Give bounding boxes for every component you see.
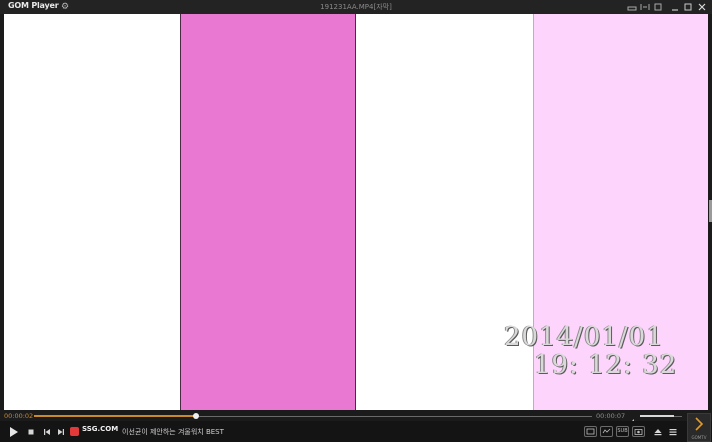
volume-level [640, 415, 674, 417]
next-button[interactable] [54, 425, 68, 439]
subtitle-button[interactable]: SUB [616, 426, 629, 437]
menu-icon[interactable] [666, 425, 680, 439]
color-bar-white-left [4, 14, 180, 410]
total-time: 00:00:07 [596, 412, 626, 420]
app-logo[interactable]: GOM Player [8, 1, 59, 13]
gear-icon[interactable]: ⚙ [60, 1, 70, 13]
always-on-top-icon[interactable] [653, 2, 663, 12]
control-bar: SSG.COM 이선균이 제안하는 겨울워치 BEST SUB [0, 421, 712, 442]
seek-handle[interactable] [192, 413, 199, 419]
compact-mode-icon[interactable] [640, 2, 650, 12]
advertisement-banner[interactable]: SSG.COM 이선균이 제안하는 겨울워치 BEST [70, 425, 580, 439]
gomtv-button[interactable]: GOMTV [687, 413, 711, 442]
video-display[interactable]: 2014/01/01 19: 12: 32 [4, 14, 708, 410]
osd-time: 19: 12: 32 [534, 350, 678, 380]
seek-row: 00:00:02 00:00:07 [0, 411, 712, 426]
ssg-logo-icon [70, 427, 79, 436]
screen-ratio-button[interactable] [584, 426, 597, 437]
speaker-icon[interactable] [629, 412, 638, 426]
capture-button[interactable] [632, 426, 645, 437]
seek-progress [34, 415, 196, 417]
ad-text: 이선균이 제안하는 겨울워치 BEST [122, 428, 224, 436]
previous-button[interactable] [40, 425, 54, 439]
title-bar[interactable]: GOM Player ⚙ 191231AA.MP4[자막] [0, 0, 712, 14]
gomtv-label: GOMTV [691, 435, 707, 440]
close-icon[interactable] [697, 2, 707, 12]
play-button[interactable] [6, 425, 20, 439]
window-title: 191231AA.MP4[자막] [320, 3, 392, 11]
osd-date: 2014/01/01 [504, 322, 664, 352]
maximize-icon[interactable] [683, 2, 693, 12]
color-bar-magenta [180, 14, 356, 410]
equalizer-button[interactable] [600, 426, 613, 437]
eject-icon[interactable] [651, 425, 665, 439]
minimize-icon[interactable] [670, 2, 680, 12]
stop-button[interactable] [24, 425, 38, 439]
ad-brand: SSG.COM [82, 425, 119, 433]
current-time: 00:00:02 [4, 412, 34, 420]
mini-mode-icon[interactable] [627, 2, 637, 12]
gom-player-window: GOM Player ⚙ 191231AA.MP4[자막] 2014/01/01… [0, 0, 712, 442]
